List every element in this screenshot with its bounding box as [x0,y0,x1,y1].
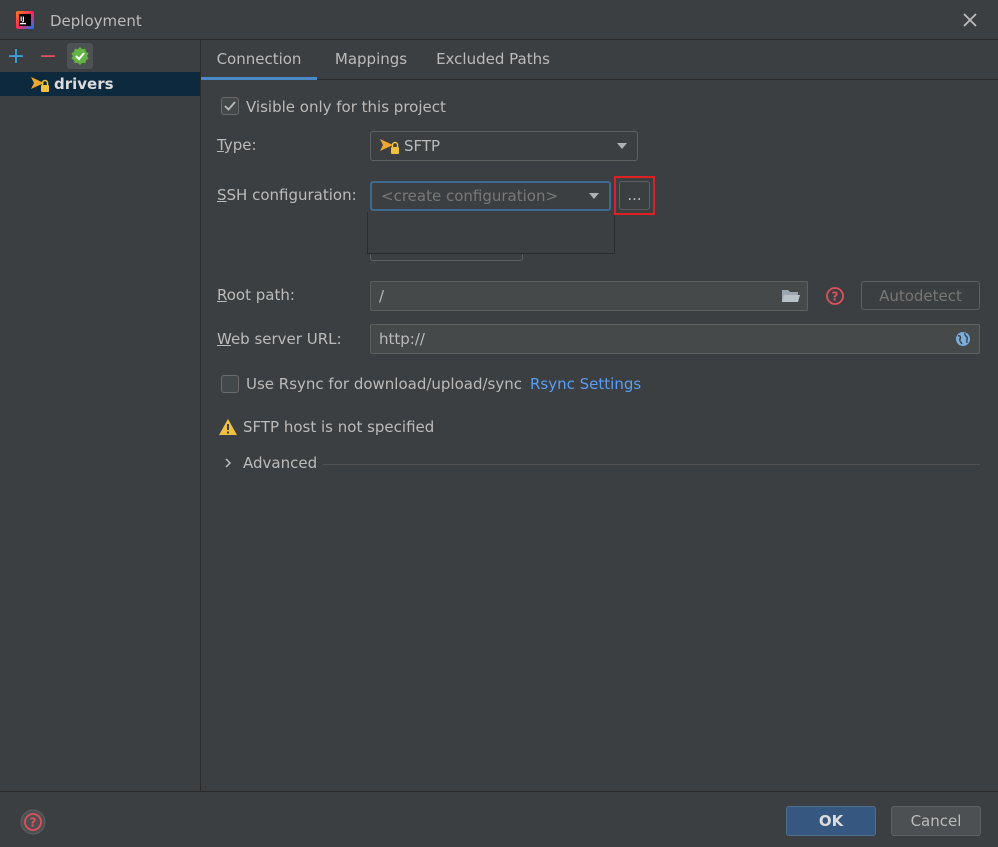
tab-excluded-paths[interactable]: Excluded Paths [427,40,559,80]
use-rsync-label: Use Rsync for download/upload/sync [246,375,522,393]
root-path-value: / [379,287,385,305]
remove-server-button[interactable]: − [35,43,61,69]
use-rsync-checkbox[interactable] [221,375,239,393]
web-server-url-label: Web server URL: [217,330,342,348]
advanced-toggle[interactable]: Advanced [243,454,317,472]
intellij-logo-icon: IJ [16,11,34,29]
globe-icon[interactable] [955,331,971,347]
server-list-panel: + − drivers [0,40,201,791]
visible-only-checkbox[interactable] [221,97,239,115]
ssh-config-more-button[interactable]: ... [619,181,650,210]
visible-only-label: Visible only for this project [246,98,446,116]
root-path-input[interactable]: / [370,281,808,311]
close-icon[interactable] [960,10,980,30]
type-label: Type: [217,136,257,154]
chevron-down-icon [617,143,627,149]
minus-icon: − [38,43,58,69]
server-list-toolbar: + − [0,40,200,72]
help-icon[interactable]: ? [20,809,46,835]
type-combo[interactable]: SFTP [370,131,638,161]
svg-text:?: ? [30,816,37,830]
window-title: Deployment [50,12,142,30]
chevron-right-icon[interactable] [223,457,233,469]
type-value: SFTP [404,137,441,155]
advanced-divider [323,464,980,465]
web-server-url-value: http:// [379,330,425,348]
ssh-config-label: SSH configuration: [217,186,357,204]
warning-icon [219,419,237,435]
help-icon[interactable]: ? [825,286,845,306]
tab-connection[interactable]: Connection [201,40,317,80]
folder-icon[interactable] [781,288,801,304]
warning-text: SFTP host is not specified [243,418,435,436]
ssh-config-dropdown-popup [367,212,615,254]
tab-bar: Connection Mappings Excluded Paths [201,40,998,80]
svg-text:IJ: IJ [20,16,24,23]
tab-mappings[interactable]: Mappings [323,40,419,80]
check-badge-icon [71,47,89,65]
ok-button[interactable]: OK [786,806,876,836]
hidden-control-edge [370,254,523,261]
ssh-config-placeholder: <create configuration> [381,187,559,205]
server-item-label: drivers [54,75,114,93]
ssh-config-combo[interactable]: <create configuration> [370,181,611,211]
web-server-url-input[interactable]: http:// [370,324,980,354]
title-bar: IJ Deployment [0,0,998,40]
svg-text:?: ? [832,290,839,304]
use-as-default-button[interactable] [67,43,93,69]
server-item-drivers[interactable]: drivers [0,72,200,96]
cancel-button[interactable]: Cancel [891,806,981,836]
rsync-settings-link[interactable]: Rsync Settings [530,375,641,393]
root-path-label: Root path: [217,286,295,304]
chevron-down-icon [589,193,599,199]
sftp-icon [380,139,399,154]
dialog-footer: ? OK Cancel [0,791,998,847]
sftp-server-icon [31,77,49,92]
checkmark-icon [224,101,236,111]
add-server-button[interactable]: + [3,43,29,69]
autodetect-button[interactable]: Autodetect [861,281,980,310]
plus-icon: + [6,43,26,69]
